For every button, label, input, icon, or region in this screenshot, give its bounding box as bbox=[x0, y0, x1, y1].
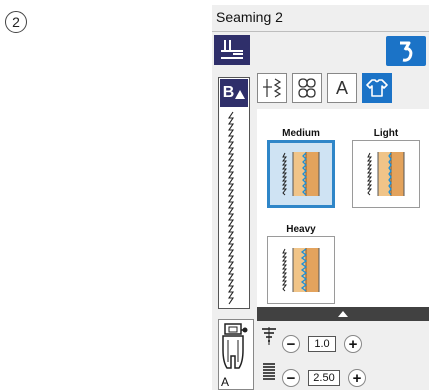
step-number: 2 bbox=[12, 14, 20, 30]
length-increase-button[interactable]: + bbox=[348, 369, 366, 387]
length-decrease-button[interactable]: − bbox=[282, 369, 300, 387]
stitch-length-row: − 2.50 + bbox=[282, 367, 366, 389]
option-medium[interactable]: Medium bbox=[267, 127, 335, 208]
utility-stitch-icon bbox=[263, 78, 282, 98]
presser-foot-indicator: A bbox=[218, 319, 254, 390]
stitch-preview-strip: B bbox=[218, 77, 250, 309]
tab-garment[interactable] bbox=[362, 73, 392, 103]
triangle-icon bbox=[235, 90, 246, 99]
bset-label: B bbox=[222, 84, 235, 101]
stitch-length-icon bbox=[263, 363, 275, 380]
option-thumbnail[interactable] bbox=[267, 140, 335, 208]
presser-foot-label: A bbox=[221, 375, 230, 389]
presser-foot-icon bbox=[222, 323, 248, 369]
tab-utility-stitch[interactable] bbox=[257, 73, 287, 103]
option-light[interactable]: Light bbox=[352, 127, 420, 208]
shirt-icon bbox=[366, 79, 388, 97]
seam-preview-icon bbox=[282, 248, 320, 292]
tab-lettering[interactable]: A bbox=[327, 73, 357, 103]
option-thumbnail[interactable] bbox=[352, 140, 420, 208]
stitch-width-value: 1.0 bbox=[308, 336, 336, 352]
seam-preview-icon bbox=[282, 152, 320, 196]
bset-button[interactable]: B bbox=[220, 79, 248, 107]
option-thumbnail[interactable] bbox=[267, 236, 335, 304]
tab-decorative-stitch[interactable] bbox=[292, 73, 322, 103]
title-divider bbox=[212, 31, 429, 32]
option-label: Medium bbox=[282, 128, 320, 139]
seam-preview-icon bbox=[367, 152, 405, 196]
width-decrease-button[interactable]: − bbox=[282, 335, 300, 353]
screen-title: Seaming 2 bbox=[216, 9, 283, 25]
step-number-marker: 2 bbox=[5, 11, 27, 33]
option-label: Light bbox=[373, 128, 399, 139]
feed-tension-icon bbox=[221, 40, 243, 59]
feed-tension-button[interactable] bbox=[214, 35, 250, 65]
expand-settings-bar[interactable] bbox=[257, 307, 429, 321]
stitch-length-value: 2.50 bbox=[308, 370, 340, 386]
stitch-width-icon bbox=[262, 327, 276, 345]
option-label: Heavy bbox=[286, 224, 316, 235]
option-heavy[interactable]: Heavy bbox=[267, 223, 335, 304]
lettering-label: A bbox=[335, 77, 348, 98]
stitch-width-row: − 1.0 + bbox=[282, 333, 362, 355]
width-increase-button[interactable]: + bbox=[344, 335, 362, 353]
stitch-preview-icon bbox=[227, 111, 235, 305]
decorative-stitch-icon bbox=[298, 78, 316, 98]
return-arrow-icon bbox=[400, 41, 413, 62]
up-arrow-icon bbox=[338, 311, 348, 317]
stitch-options-panel: Medium Light Heavy bbox=[257, 109, 429, 307]
back-button[interactable] bbox=[386, 36, 426, 66]
category-tabs: A bbox=[257, 73, 429, 103]
sewing-machine-screen: Seaming 2 B A Medium Light Heavy A − 1.0… bbox=[212, 5, 429, 390]
